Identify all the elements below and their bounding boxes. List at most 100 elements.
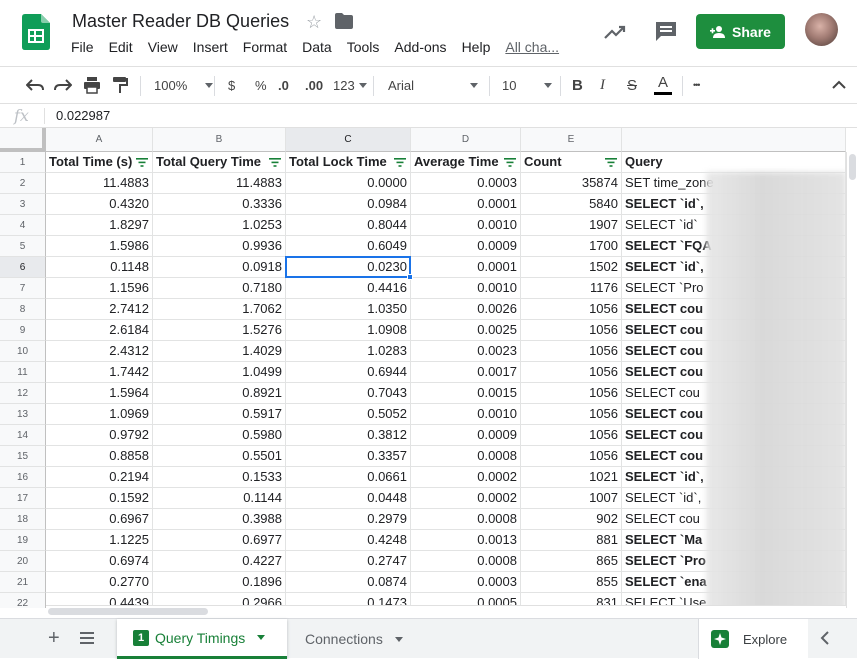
data-cell[interactable]: 0.3812 bbox=[286, 425, 411, 446]
row-header[interactable]: 20 bbox=[0, 551, 46, 572]
data-cell[interactable]: 1176 bbox=[521, 278, 622, 299]
add-sheet-icon[interactable]: + bbox=[48, 627, 60, 650]
data-cell[interactable]: 0.0009 bbox=[411, 236, 521, 257]
select-all-corner[interactable] bbox=[0, 128, 46, 152]
account-avatar[interactable] bbox=[805, 13, 838, 46]
tab-caret-icon[interactable] bbox=[257, 635, 266, 640]
data-cell[interactable]: 0.6977 bbox=[153, 530, 286, 551]
data-cell[interactable]: 0.3988 bbox=[153, 509, 286, 530]
data-cell[interactable]: 0.2979 bbox=[286, 509, 411, 530]
italic-button[interactable]: I bbox=[600, 67, 605, 103]
activity-trend-icon[interactable] bbox=[603, 22, 627, 42]
column-title-cell[interactable]: Average Time bbox=[411, 152, 521, 173]
data-cell[interactable]: 1.0283 bbox=[286, 341, 411, 362]
data-cell[interactable]: 0.0023 bbox=[411, 341, 521, 362]
data-cell[interactable]: 0.7180 bbox=[153, 278, 286, 299]
column-header-col-f[interactable] bbox=[622, 128, 846, 152]
fill-handle[interactable] bbox=[407, 274, 413, 280]
data-cell[interactable]: 881 bbox=[521, 530, 622, 551]
row-header[interactable]: 22 bbox=[0, 593, 46, 608]
font-family-select[interactable]: Arial bbox=[388, 67, 478, 103]
data-cell[interactable]: 1.0969 bbox=[46, 404, 153, 425]
menu-addons[interactable]: Add-ons bbox=[387, 39, 454, 57]
data-cell[interactable]: 1056 bbox=[521, 425, 622, 446]
data-cell[interactable]: 1700 bbox=[521, 236, 622, 257]
share-button[interactable]: Share bbox=[696, 14, 785, 49]
data-cell[interactable]: 0.0026 bbox=[411, 299, 521, 320]
data-cell[interactable]: 0.0230 bbox=[286, 257, 411, 278]
data-cell[interactable]: 0.2194 bbox=[46, 467, 153, 488]
formula-input[interactable]: 0.022987 bbox=[56, 108, 110, 123]
column-header-col-e[interactable]: E bbox=[521, 128, 622, 152]
spreadsheet-grid[interactable]: A B C D E 1 Total Time (s) Total Query Time Tota… bbox=[0, 128, 846, 608]
menu-data[interactable]: Data bbox=[295, 39, 340, 57]
data-cell[interactable]: 0.5917 bbox=[153, 404, 286, 425]
data-cell[interactable]: 0.0001 bbox=[411, 194, 521, 215]
filter-icon[interactable] bbox=[394, 158, 406, 167]
data-cell[interactable]: 0.0008 bbox=[411, 446, 521, 467]
row-header[interactable]: 9 bbox=[0, 320, 46, 341]
column-title-cell[interactable]: Total Query Time bbox=[153, 152, 286, 173]
column-title-cell[interactable]: Total Lock Time bbox=[286, 152, 411, 173]
data-cell[interactable]: 5840 bbox=[521, 194, 622, 215]
data-cell[interactable]: 1.4029 bbox=[153, 341, 286, 362]
column-title-cell[interactable]: Count bbox=[521, 152, 622, 173]
row-header[interactable]: 21 bbox=[0, 572, 46, 593]
folder-icon[interactable] bbox=[335, 13, 353, 29]
last-edit-link[interactable]: All cha... bbox=[498, 39, 567, 57]
horizontal-scrollbar[interactable] bbox=[46, 605, 846, 617]
data-cell[interactable]: 11.4883 bbox=[46, 173, 153, 194]
data-cell[interactable]: 1007 bbox=[521, 488, 622, 509]
data-cell[interactable]: 1.0350 bbox=[286, 299, 411, 320]
data-cell[interactable]: 1056 bbox=[521, 446, 622, 467]
currency-format-button[interactable]: $ bbox=[228, 67, 235, 103]
filter-icon[interactable] bbox=[136, 158, 148, 167]
font-size-select[interactable]: 10 bbox=[502, 67, 552, 103]
data-cell[interactable]: 0.4227 bbox=[153, 551, 286, 572]
data-cell[interactable]: 2.7412 bbox=[46, 299, 153, 320]
data-cell[interactable]: 1.5986 bbox=[46, 236, 153, 257]
all-sheets-menu-icon[interactable] bbox=[80, 632, 94, 644]
data-cell[interactable]: 0.1896 bbox=[153, 572, 286, 593]
data-cell[interactable]: 0.0002 bbox=[411, 467, 521, 488]
data-cell[interactable]: 1056 bbox=[521, 341, 622, 362]
data-cell[interactable]: 0.0984 bbox=[286, 194, 411, 215]
row-header[interactable]: 10 bbox=[0, 341, 46, 362]
increase-decimals-button[interactable]: .00 bbox=[305, 67, 323, 103]
data-cell[interactable]: 1.0499 bbox=[153, 362, 286, 383]
data-cell[interactable]: 1056 bbox=[521, 404, 622, 425]
row-header[interactable]: 12 bbox=[0, 383, 46, 404]
data-cell[interactable]: 0.8044 bbox=[286, 215, 411, 236]
collapse-side-panel-icon[interactable] bbox=[820, 629, 830, 647]
row-header[interactable]: 4 bbox=[0, 215, 46, 236]
data-cell[interactable]: 0.1592 bbox=[46, 488, 153, 509]
data-cell[interactable]: 0.0001 bbox=[411, 257, 521, 278]
data-cell[interactable]: 865 bbox=[521, 551, 622, 572]
filter-icon[interactable] bbox=[605, 158, 617, 167]
bold-button[interactable]: B bbox=[572, 67, 583, 103]
data-cell[interactable]: 0.7043 bbox=[286, 383, 411, 404]
data-cell[interactable]: 0.6974 bbox=[46, 551, 153, 572]
data-cell[interactable]: 1.8297 bbox=[46, 215, 153, 236]
more-formats-select[interactable]: 123 bbox=[333, 67, 367, 103]
data-cell[interactable]: 1021 bbox=[521, 467, 622, 488]
data-cell[interactable]: 0.4416 bbox=[286, 278, 411, 299]
data-cell[interactable]: 0.0003 bbox=[411, 572, 521, 593]
row-header[interactable]: 3 bbox=[0, 194, 46, 215]
column-header-col-a[interactable]: A bbox=[46, 128, 153, 152]
print-icon[interactable] bbox=[83, 76, 101, 94]
row-header[interactable]: 1 bbox=[0, 152, 46, 173]
data-cell[interactable]: 0.8858 bbox=[46, 446, 153, 467]
menu-format[interactable]: Format bbox=[236, 39, 295, 57]
data-cell[interactable]: 2.4312 bbox=[46, 341, 153, 362]
vertical-scroll-thumb[interactable] bbox=[849, 154, 856, 180]
data-cell[interactable]: 0.0010 bbox=[411, 404, 521, 425]
data-cell[interactable]: 1.0908 bbox=[286, 320, 411, 341]
data-cell[interactable]: 0.0448 bbox=[286, 488, 411, 509]
vertical-scrollbar[interactable] bbox=[846, 152, 857, 608]
row-header[interactable]: 7 bbox=[0, 278, 46, 299]
data-cell[interactable]: 0.1148 bbox=[46, 257, 153, 278]
menu-help[interactable]: Help bbox=[455, 39, 499, 57]
data-cell[interactable]: 0.0025 bbox=[411, 320, 521, 341]
paint-format-icon[interactable] bbox=[112, 76, 128, 94]
